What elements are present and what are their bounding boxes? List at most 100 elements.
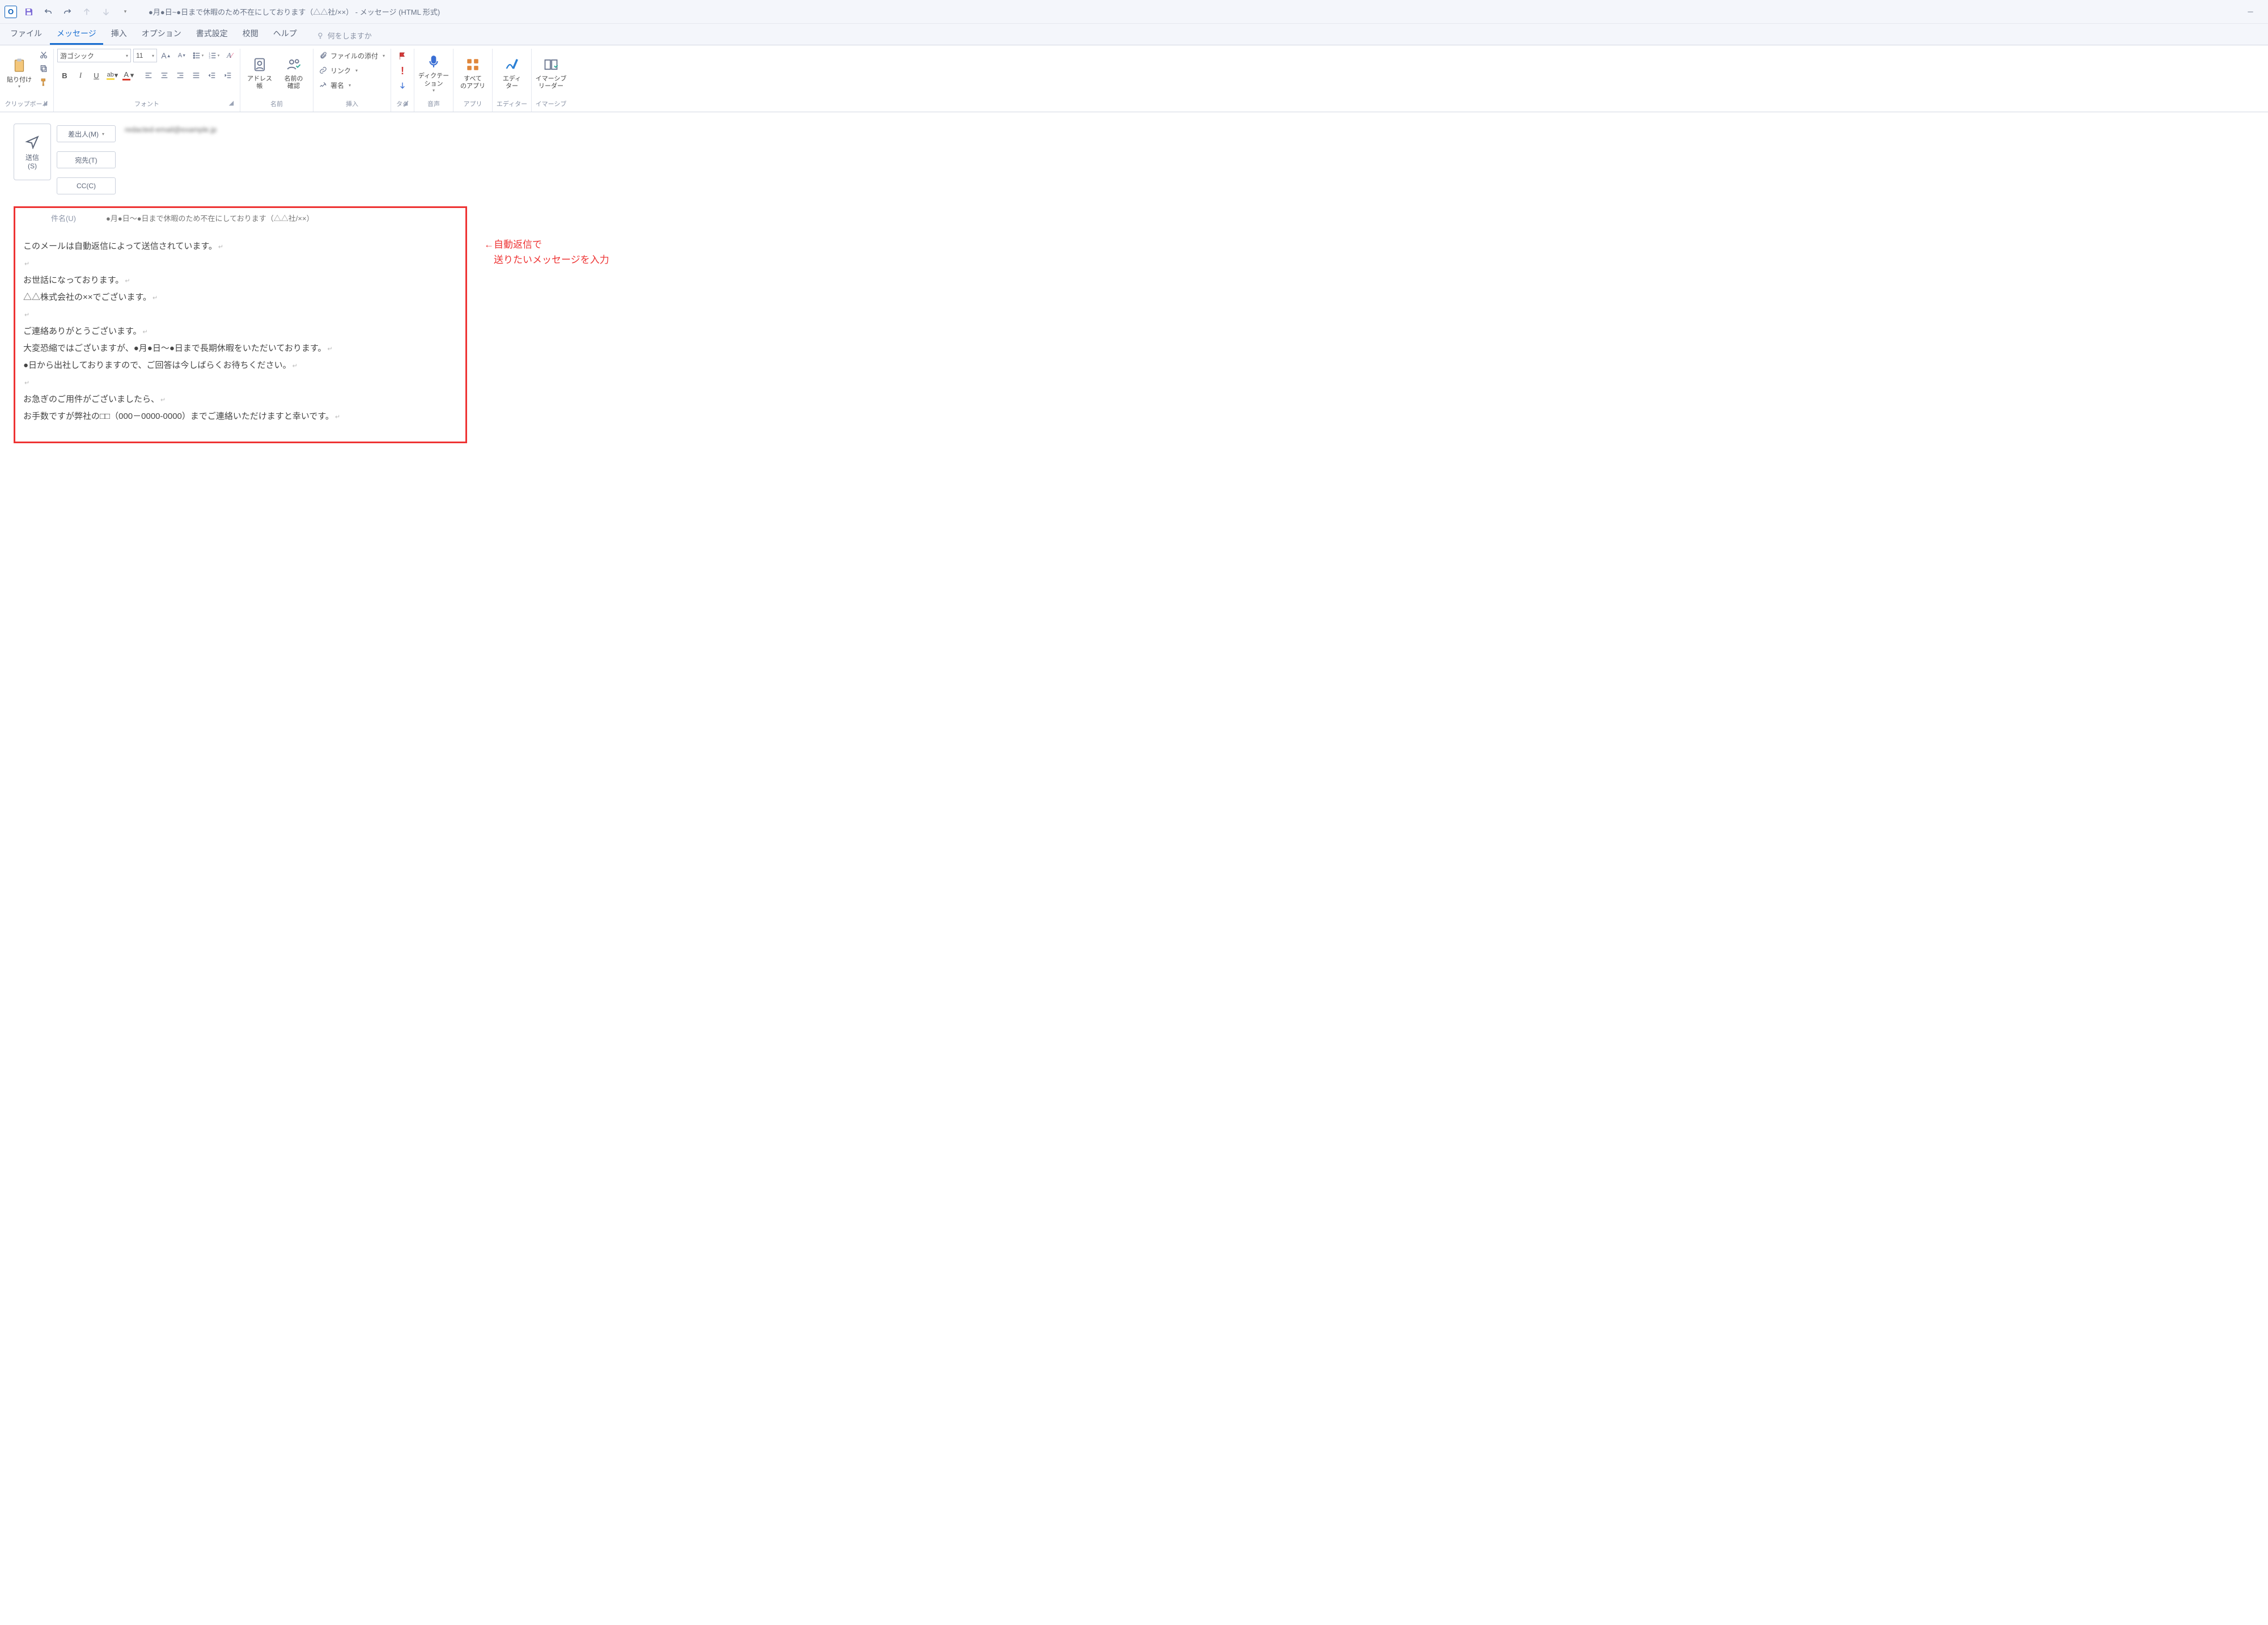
lightbulb-icon [316,32,324,40]
address-book-button[interactable]: アドレス帳 [244,49,275,97]
tab-file[interactable]: ファイル [3,23,49,45]
align-justify-button[interactable] [189,68,204,83]
from-button[interactable]: 差出人(M)▾ [57,125,116,142]
editor-button[interactable]: エディ ター [496,49,528,97]
tell-me-label: 何をしますか [328,30,372,41]
align-center-button[interactable] [157,68,172,83]
send-button[interactable]: 送信 (S) [14,124,51,180]
tab-help[interactable]: ヘルプ [266,23,304,45]
group-names-label: 名前 [270,101,283,108]
apps-grid-icon [464,56,481,73]
address-book-icon [251,56,268,73]
cc-button[interactable]: CC(C) [57,177,116,194]
signature-button[interactable]: 署名▾ [317,78,353,92]
send-icon [25,134,40,149]
message-body[interactable]: このメールは自動返信によって送信されています。↵↵お世話になっております。↵△△… [14,228,467,443]
outlook-icon: O [5,6,17,18]
group-voice-label: 音声 [427,101,440,108]
immersive-reader-button[interactable]: イマーシブ リーダー [535,49,567,97]
from-value: redacted-email@example.jp [122,125,467,142]
tab-insert[interactable]: 挿入 [104,23,134,45]
flag-icon [398,52,407,61]
group-font-label: フォント [134,101,159,108]
body-line: ●日から出社しておりますので、ご回答は今しばらくお待ちください。↵ [23,357,457,374]
increase-indent-button[interactable] [221,68,235,83]
body-line: ↵ [23,374,457,391]
group-immersive: イマーシブ リーダー イマーシブ [532,49,570,112]
titlebar: O ▾ ●月●日~●日まで休暇のため不在にしております（△△社/××） - メッ… [0,0,2268,24]
bullets-button[interactable]: ▾ [191,49,205,62]
body-line: △△株式会社の××でございます。↵ [23,289,457,306]
tab-message[interactable]: メッセージ [50,23,103,45]
group-apps-label: アプリ [464,101,482,108]
group-include: ファイルの添付▾ リンク▾ 署名▾ 挿入 [313,49,391,112]
body-line: ↵ [23,255,457,272]
window-title: ●月●日~●日まで休暇のため不在にしております（△△社/××） - メッセージ … [149,6,440,17]
paste-button[interactable]: 貼り付け ▾ [3,49,35,97]
microphone-icon [425,53,442,70]
follow-up-button[interactable] [395,49,410,63]
align-right-button[interactable] [173,68,188,83]
group-editor-label: エディター [497,101,527,108]
link-button[interactable]: リンク▾ [317,63,360,77]
attach-file-button[interactable]: ファイルの添付▾ [317,49,387,62]
tab-options[interactable]: オプション [135,23,188,45]
next-item-qat-button [99,5,113,19]
tab-review[interactable]: 校閲 [236,23,265,45]
copy-button[interactable] [37,62,50,75]
group-names: アドレス帳 名前の 確認 名前 [240,49,313,112]
high-importance-button[interactable]: ! [395,63,410,78]
body-line: お急ぎのご用件がございましたら、↵ [23,391,457,408]
shrink-font-button[interactable]: A▼ [175,49,189,62]
format-painter-button[interactable] [37,76,50,88]
redo-qat-button[interactable] [60,5,75,19]
link-icon [319,66,327,74]
align-left-button[interactable] [141,68,156,83]
immersive-reader-icon [542,56,559,73]
check-names-button[interactable]: 名前の 確認 [278,49,310,97]
group-tags: ! タグ◢ [391,49,414,112]
body-line: このメールは自動返信によって送信されています。↵ [23,238,457,255]
to-button[interactable]: 宛先(T) [57,151,116,168]
signature-label: 署名 [330,80,344,90]
clipboard-launcher-icon[interactable]: ◢ [41,99,49,107]
font-color-button[interactable]: A▾ [121,68,135,83]
font-name-value: 游ゴシック [60,51,94,61]
group-include-label: 挿入 [346,101,358,108]
decrease-indent-button[interactable] [205,68,219,83]
dictate-button[interactable]: ディクテー ション ▾ [418,49,450,97]
check-names-label: 名前の 確認 [285,75,303,90]
font-name-combo[interactable]: 游ゴシック▾ [57,49,131,62]
font-size-combo[interactable]: 11▾ [133,49,157,62]
annotation-line2: 送りたいメッセージを入力 [484,252,609,268]
body-line: ↵ [23,306,457,323]
dictate-label: ディクテー ション [418,73,449,87]
check-names-icon [285,56,302,73]
bold-button[interactable]: B [57,68,72,83]
qat-customize-button[interactable]: ▾ [118,5,133,19]
subject-label: 件名(U) [21,213,106,223]
annotation-line1: ←自動返信で [484,237,609,252]
italic-button[interactable]: I [73,68,88,83]
signature-icon [319,81,327,89]
window-controls: ─ [2237,3,2263,20]
undo-qat-button[interactable] [41,5,56,19]
clear-format-button[interactable]: A⁄ [223,49,236,62]
tell-me-search[interactable]: 何をしますか [316,30,372,45]
immersive-reader-label: イマーシブ リーダー [536,75,567,90]
to-button-label: 宛先(T) [75,155,97,165]
subject-field[interactable]: ●月●日～●日まで休暇のため不在にしております（△△社/××） [106,213,460,223]
body-line: お世話になっております。↵ [23,272,457,289]
low-importance-button[interactable] [395,78,410,93]
cut-button[interactable] [37,49,50,61]
save-qat-button[interactable] [22,5,36,19]
underline-button[interactable]: U [89,68,104,83]
tags-launcher-icon[interactable]: ◢ [401,99,409,107]
minimize-button[interactable]: ─ [2237,3,2263,20]
grow-font-button[interactable]: A▲ [159,49,173,62]
font-launcher-icon[interactable]: ◢ [227,99,235,107]
highlight-button[interactable]: ab▾ [105,68,120,83]
all-apps-button[interactable]: すべて のアプリ [457,49,489,97]
tab-format[interactable]: 書式設定 [189,23,235,45]
numbering-button[interactable]: 123▾ [207,49,221,62]
